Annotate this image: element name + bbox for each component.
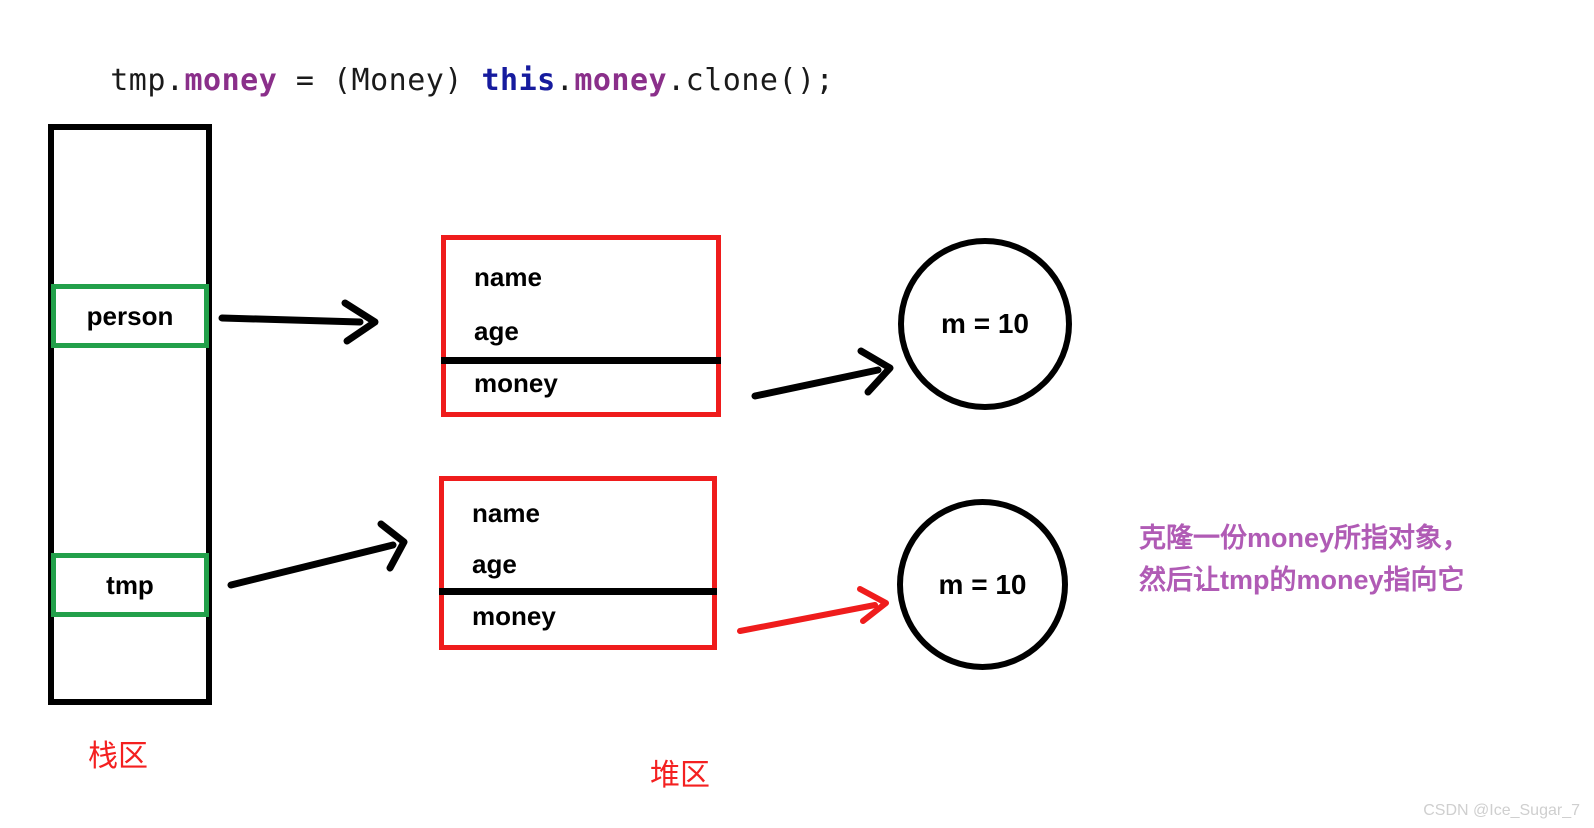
code-token-4: . (555, 63, 575, 98)
arrow-tmp-to-object (227, 520, 408, 589)
annotation-line-1: 克隆一份money所指对象， (1139, 523, 1470, 553)
heap-object-person-divider (441, 357, 721, 364)
heap-object-person: name age money (441, 235, 721, 417)
stack-region-label: 栈区 (88, 740, 148, 773)
stack-slot-person-label: person (86, 300, 174, 331)
code-token-5: money (574, 63, 668, 98)
money-object-clone: m = 10 (897, 499, 1068, 670)
code-token-6: .clone(); (667, 63, 835, 98)
heap-object-person-field-money: money (474, 368, 558, 398)
money-object-original: m = 10 (898, 238, 1072, 410)
heap-object-person-field-name: name (474, 262, 542, 292)
annotation-line-2: 然后让tmp的money指向它 (1139, 564, 1465, 595)
heap-object-tmp-field-money: money (472, 601, 556, 631)
code-token-0: tmp. (110, 63, 185, 98)
code-token-1: money (184, 63, 278, 98)
diagram-canvas: tmp.money = (Money) this.money.clone(); … (0, 0, 1594, 828)
annotation-text: 克隆一份money所指对象， 然后让tmp的money指向它 (1139, 518, 1559, 602)
csdn-watermark: CSDN @Ice_Sugar_7 (1423, 802, 1580, 819)
arrow-object1-money-to-circle (751, 347, 894, 400)
arrow-object2-money-to-circle (737, 586, 889, 634)
arrow-person-to-object (218, 299, 379, 345)
heap-object-tmp: name age money (439, 476, 717, 650)
code-token-3: this (481, 63, 556, 98)
stack-slot-tmp: tmp (51, 553, 209, 617)
stack-frame (48, 124, 212, 705)
stack-slot-person: person (51, 284, 209, 348)
money-object-original-label: m = 10 (941, 308, 1029, 339)
money-object-clone-label: m = 10 (938, 568, 1027, 600)
heap-region-label: 堆区 (650, 759, 710, 792)
code-token-2: = (Money) (277, 63, 482, 98)
heap-object-tmp-field-age: age (472, 549, 517, 579)
heap-object-tmp-divider (439, 588, 717, 595)
heap-object-person-field-age: age (474, 316, 519, 346)
heap-object-tmp-field-name: name (472, 498, 540, 528)
stack-slot-tmp-label: tmp (106, 569, 154, 600)
code-line: tmp.money = (Money) this.money.clone(); (36, 28, 834, 133)
